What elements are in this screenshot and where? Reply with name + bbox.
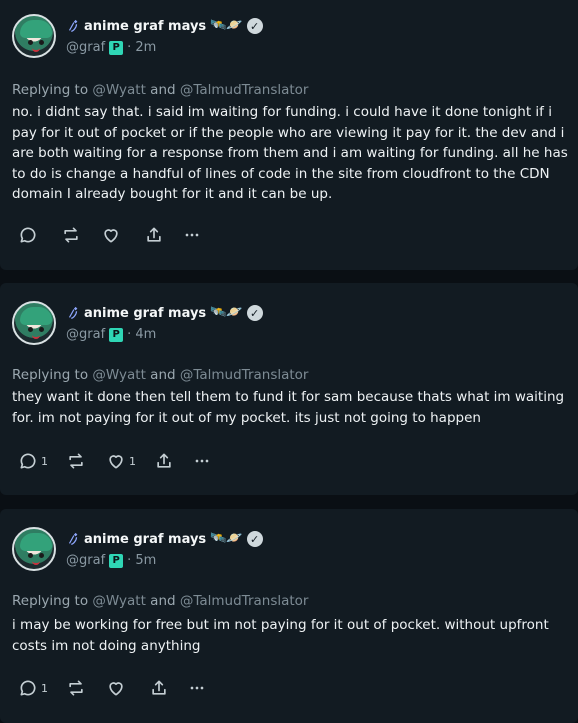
author-handle[interactable]: @graf — [66, 553, 105, 568]
verified-icon: ✓ — [246, 531, 263, 547]
more-options-button[interactable] — [192, 451, 212, 471]
post-time[interactable]: · 5m — [127, 553, 156, 568]
reply-context: Replying to @Wyatt and @TalmudTranslator — [12, 367, 309, 383]
reply-context: Replying to @Wyatt and @TalmudTranslator — [12, 593, 309, 609]
avatar[interactable] — [12, 301, 56, 345]
author-emojis: 🛰️🪐 — [210, 305, 243, 320]
reply-button[interactable]: 1 — [18, 678, 48, 698]
post-text: they want it done then tell them to fund… — [12, 389, 565, 426]
post-actions — [18, 224, 202, 246]
author-name[interactable]: anime graf mays — [84, 306, 206, 321]
like-button[interactable]: 1 — [106, 451, 136, 471]
repost-icon — [69, 453, 83, 469]
author-name[interactable]: anime graf mays — [84, 19, 206, 34]
reply-context: Replying to @Wyatt and @TalmudTranslator — [12, 82, 309, 98]
author-handle[interactable]: @graf — [66, 40, 105, 55]
post-card: anime graf mays 🛰️🪐 ✓ @graf P · 4m Reply… — [0, 283, 578, 495]
more-icon — [190, 686, 204, 690]
share-button[interactable] — [144, 225, 164, 245]
share-button[interactable] — [154, 451, 174, 471]
author-emojis: 🛰️🪐 — [210, 531, 243, 546]
post-card: anime graf mays 🛰️🪐 ✓ @graf P · 5m Reply… — [0, 509, 578, 723]
p-badge-icon: P — [109, 40, 124, 55]
verified-icon: ✓ — [246, 305, 263, 321]
post-time[interactable]: · 2m — [127, 40, 156, 55]
mention-link[interactable]: @Wyatt — [92, 82, 145, 98]
reply-button[interactable]: 1 — [18, 451, 48, 471]
avatar[interactable] — [12, 527, 56, 571]
repost-icon — [64, 227, 78, 243]
share-icon — [147, 227, 161, 242]
comment-icon — [20, 680, 36, 696]
share-icon — [152, 680, 166, 695]
repost-button[interactable] — [66, 678, 86, 698]
like-button[interactable] — [101, 225, 124, 245]
author-handle[interactable]: @graf — [66, 327, 105, 342]
sparkle-icon — [68, 306, 78, 319]
p-badge-icon: P — [109, 553, 124, 568]
mention-link[interactable]: @TalmudTranslator — [180, 367, 309, 383]
repost-icon — [69, 680, 83, 696]
heart-icon — [109, 682, 123, 696]
share-icon — [157, 453, 171, 468]
share-button[interactable] — [149, 678, 169, 698]
more-icon — [185, 233, 199, 237]
more-options-button[interactable] — [187, 678, 207, 698]
heart-icon — [109, 455, 123, 469]
verified-icon: ✓ — [246, 18, 263, 34]
repost-button[interactable] — [66, 451, 86, 471]
post-actions: 1 — [18, 677, 207, 699]
like-button[interactable] — [106, 678, 129, 698]
post-header: anime graf mays 🛰️🪐 ✓ @graf P · 2m — [12, 14, 263, 58]
mention-link[interactable]: @Wyatt — [92, 593, 145, 609]
post-text: no. i didnt say that. i said im waiting … — [12, 104, 568, 202]
post-header: anime graf mays 🛰️🪐 ✓ @graf P · 4m — [12, 301, 263, 345]
repost-button[interactable] — [61, 225, 81, 245]
comment-icon — [20, 453, 36, 469]
post-card: anime graf mays 🛰️🪐 ✓ @graf P · 2m Reply… — [0, 0, 578, 270]
mention-link[interactable]: @TalmudTranslator — [180, 593, 309, 609]
reply-button[interactable] — [18, 225, 41, 245]
post-text: i may be working for free but im not pay… — [12, 617, 549, 654]
more-icon — [195, 459, 209, 463]
p-badge-icon: P — [109, 327, 124, 342]
avatar[interactable] — [12, 14, 56, 58]
sparkle-icon — [68, 532, 78, 545]
heart-icon — [104, 229, 118, 243]
post-time[interactable]: · 4m — [127, 327, 156, 342]
author-emojis: 🛰️🪐 — [210, 18, 243, 33]
more-options-button[interactable] — [182, 225, 202, 245]
mention-link[interactable]: @Wyatt — [92, 367, 145, 383]
comment-icon — [20, 227, 36, 243]
post-actions: 1 1 — [18, 450, 212, 472]
mention-link[interactable]: @TalmudTranslator — [180, 82, 309, 98]
post-header: anime graf mays 🛰️🪐 ✓ @graf P · 5m — [12, 527, 263, 571]
sparkle-icon — [68, 19, 78, 32]
author-name[interactable]: anime graf mays — [84, 532, 206, 547]
